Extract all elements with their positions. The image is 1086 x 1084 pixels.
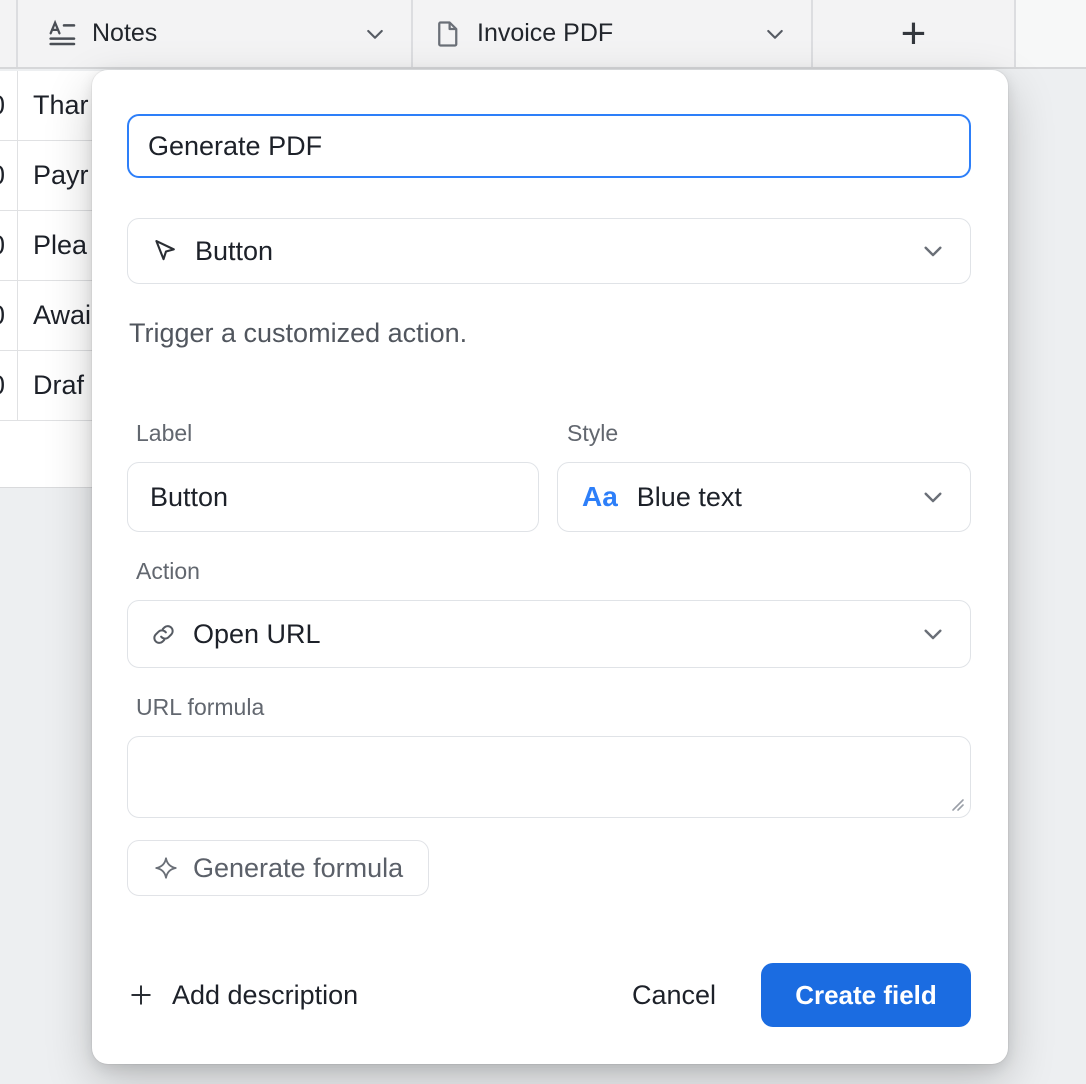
column-header-label: Notes xyxy=(92,19,157,48)
field-type-select[interactable]: Button xyxy=(127,218,971,284)
style-value: Blue text xyxy=(637,482,742,513)
clipped-cell-value: 0 xyxy=(0,71,18,140)
chevron-down-icon xyxy=(920,238,946,264)
action-field-label: Action xyxy=(136,558,200,585)
create-field-button[interactable]: Create field xyxy=(761,963,971,1027)
column-header-notes[interactable]: Notes xyxy=(18,0,413,67)
add-column-button[interactable]: + xyxy=(813,0,1016,67)
column-header-invoice-pdf[interactable]: Invoice PDF xyxy=(413,0,813,67)
dialog-footer: Add description Cancel Create field xyxy=(127,963,971,1027)
table-header: Notes Invoice PDF + xyxy=(0,0,1086,69)
sparkle-icon xyxy=(153,855,179,881)
generate-formula-button[interactable]: Generate formula xyxy=(127,840,429,896)
style-field-label: Style xyxy=(567,420,618,447)
notes-cell-text: Payr xyxy=(18,141,89,210)
button-label-input[interactable] xyxy=(127,462,539,532)
generate-formula-label: Generate formula xyxy=(193,853,403,884)
field-type-value: Button xyxy=(195,236,273,267)
text-style-icon: Aa xyxy=(582,481,618,513)
cancel-button[interactable]: Cancel xyxy=(632,980,716,1011)
plus-icon xyxy=(127,981,155,1009)
chevron-down-icon xyxy=(920,621,946,647)
notes-cell-text: Awai xyxy=(18,281,91,350)
clipped-cell-value: 0 xyxy=(0,351,18,420)
field-type-description: Trigger a customized action. xyxy=(129,318,467,349)
action-select[interactable]: Open URL xyxy=(127,600,971,668)
url-formula-textarea[interactable] xyxy=(127,736,971,818)
notes-cell-text: Draf xyxy=(18,351,84,420)
chevron-down-icon[interactable] xyxy=(363,22,387,46)
clipped-cell-value: 0 xyxy=(0,141,18,210)
field-name-input[interactable] xyxy=(127,114,971,178)
app-canvas: Notes Invoice PDF + 0 Thar xyxy=(0,0,1086,1084)
style-select[interactable]: Aa Blue text xyxy=(557,462,971,532)
notes-cell-text: Thar xyxy=(18,71,89,140)
action-value: Open URL xyxy=(193,619,321,650)
create-field-dialog: Button Trigger a customized action. Labe… xyxy=(92,70,1008,1064)
link-icon xyxy=(150,621,177,648)
label-field-label: Label xyxy=(136,420,192,447)
url-formula-label: URL formula xyxy=(136,694,264,721)
notes-cell-text: Plea xyxy=(18,211,87,280)
header-right-gutter xyxy=(1016,0,1086,67)
add-description-label: Add description xyxy=(172,980,358,1011)
cursor-icon xyxy=(150,237,178,265)
long-text-icon xyxy=(46,18,78,50)
plus-icon: + xyxy=(901,12,927,56)
chevron-down-icon[interactable] xyxy=(763,22,787,46)
add-description-button[interactable]: Add description xyxy=(127,980,358,1011)
column-header-label: Invoice PDF xyxy=(477,19,613,48)
clipped-cell-value: 0 xyxy=(0,281,18,350)
clipped-cell-value: 0 xyxy=(0,211,18,280)
row-number-header-cell xyxy=(0,0,18,67)
chevron-down-icon xyxy=(920,484,946,510)
file-icon xyxy=(433,19,463,49)
